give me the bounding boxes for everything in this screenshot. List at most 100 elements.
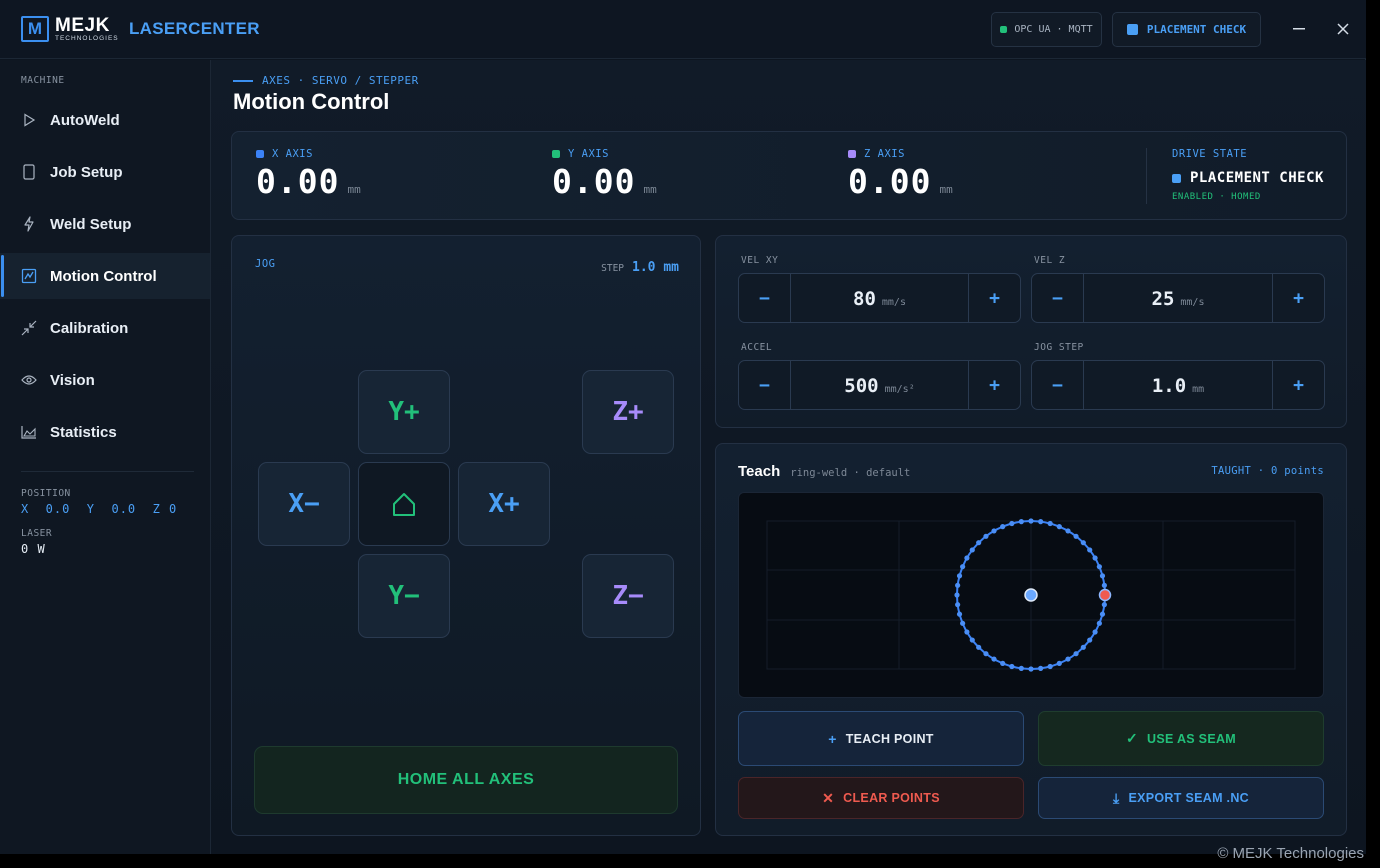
- z-axis-readout: Z AXIS 0.00 mm: [848, 148, 953, 201]
- ring-dot: [1038, 519, 1044, 525]
- sidebar-item-label: Vision: [50, 371, 95, 389]
- taught-count: TAUGHT · 0 points: [1211, 465, 1324, 477]
- teach-point-label: TEACH POINT: [845, 731, 934, 746]
- ring-dot: [1056, 660, 1062, 666]
- jog-step-increment-button[interactable]: +: [1272, 361, 1324, 409]
- main-content: AXES · SERVO / STEPPER Motion Control X …: [211, 60, 1366, 854]
- x-axis-label: X AXIS: [272, 148, 313, 160]
- jog-step-param-unit: mm: [1192, 384, 1205, 395]
- z-axis-value: 0.00: [848, 162, 932, 201]
- teach-title: Teach: [738, 463, 781, 480]
- vel-z-unit: mm/s: [1180, 297, 1205, 308]
- teach-preview-plot: [766, 518, 1296, 672]
- ring-dot: [1099, 611, 1106, 617]
- accel-value[interactable]: 500: [844, 375, 878, 397]
- z-axis-color-icon: [848, 150, 856, 158]
- footer-credit: © MEJK Technologies: [1217, 845, 1364, 862]
- ring-dot: [969, 637, 975, 643]
- ring-dot: [1092, 555, 1098, 561]
- drive-state: DRIVE STATE PLACEMENT CHECK ENABLED · HO…: [1172, 148, 1324, 202]
- sidebar-item-statistics[interactable]: Statistics: [0, 409, 210, 455]
- vel-z-value[interactable]: 25: [1152, 288, 1175, 310]
- ring-dot: [960, 620, 966, 626]
- ring-dot: [976, 540, 982, 546]
- jog-x-plus-button[interactable]: X+: [458, 462, 550, 546]
- ring-dot: [969, 547, 975, 553]
- collapse-arrows-icon: [20, 319, 38, 337]
- home-icon: [393, 493, 415, 516]
- jog-home-button[interactable]: [358, 462, 450, 546]
- vel-xy-label: VEL XY: [741, 255, 779, 266]
- jog-step-stepper: − 1.0 mm +: [1031, 360, 1325, 410]
- jog-y-minus-button[interactable]: Y−: [358, 554, 450, 638]
- sidebar-item-label: AutoWeld: [50, 111, 120, 129]
- use-as-seam-button[interactable]: ✓ USE AS SEAM: [1038, 711, 1324, 766]
- sidebar-item-label: Calibration: [50, 319, 129, 337]
- export-seam-button[interactable]: ⤓ EXPORT SEAM .NC: [1038, 777, 1324, 819]
- accel-increment-button[interactable]: +: [968, 361, 1020, 409]
- vel-xy-increment-button[interactable]: +: [968, 274, 1020, 322]
- clear-points-button[interactable]: ✕ CLEAR POINTS: [738, 777, 1024, 819]
- vel-z-stepper: − 25 mm/s +: [1031, 273, 1325, 323]
- jog-z-minus-button[interactable]: Z−: [582, 554, 674, 638]
- use-as-seam-label: USE AS SEAM: [1147, 731, 1236, 746]
- ring-dot: [1028, 666, 1034, 672]
- y-axis-readout: Y AXIS 0.00 mm: [552, 148, 657, 201]
- clear-points-label: CLEAR POINTS: [843, 791, 940, 805]
- z-axis-label: Z AXIS: [864, 148, 905, 160]
- ring-dot: [983, 651, 989, 657]
- seam-start-marker: [1098, 588, 1112, 602]
- ring-dot: [956, 611, 963, 617]
- vel-xy-decrement-button[interactable]: −: [739, 274, 791, 322]
- vel-z-label: VEL Z: [1034, 255, 1066, 266]
- drive-state-sub: ENABLED · HOMED: [1172, 192, 1261, 202]
- play-icon: [20, 111, 38, 129]
- machine-state-label: PLACEMENT CHECK: [1146, 23, 1247, 36]
- vel-z-decrement-button[interactable]: −: [1032, 274, 1084, 322]
- vel-xy-value[interactable]: 80: [853, 288, 876, 310]
- drive-state-label: DRIVE STATE: [1172, 148, 1248, 160]
- sidebar-item-calibration[interactable]: Calibration: [0, 305, 210, 351]
- ring-dot: [1056, 524, 1062, 530]
- area-chart-icon: [20, 423, 38, 441]
- x-axis-readout: X AXIS 0.00 mm: [256, 148, 361, 201]
- jog-step-param-label: JOG STEP: [1034, 342, 1084, 353]
- sidebar-item-vision[interactable]: Vision: [0, 357, 210, 403]
- jog-step-decrement-button[interactable]: −: [1032, 361, 1084, 409]
- ring-dot: [976, 644, 982, 650]
- ring-dot: [1000, 524, 1006, 530]
- ring-dot: [954, 592, 960, 598]
- drive-state-square-icon: [1172, 173, 1181, 183]
- sidebar-item-autoweld[interactable]: AutoWeld: [0, 97, 210, 143]
- y-axis-color-icon: [552, 150, 560, 158]
- jog-y-plus-button[interactable]: Y+: [358, 370, 450, 454]
- minimize-icon: [1293, 28, 1305, 30]
- sidebar-item-job-setup[interactable]: Job Setup: [0, 149, 210, 195]
- ring-dot: [1087, 547, 1093, 553]
- sidebar-item-weld-setup[interactable]: Weld Setup: [0, 201, 210, 247]
- motion-params-panel: VEL XY − 80 mm/s + VEL Z − 25 mm/s + ACCEL…: [715, 235, 1347, 428]
- x-axis-color-icon: [256, 150, 264, 158]
- home-all-axes-button[interactable]: HOME ALL AXES: [254, 746, 678, 814]
- sidebar-item-label: Statistics: [50, 423, 117, 441]
- jog-step-label: STEP: [601, 263, 625, 274]
- export-seam-label: EXPORT SEAM .NC: [1128, 791, 1249, 805]
- logo: M MEJK TECHNOLOGIES: [21, 16, 119, 43]
- ring-dot: [1047, 520, 1053, 527]
- ring-center-marker: [1024, 588, 1038, 602]
- plus-icon: +: [828, 730, 837, 747]
- close-button[interactable]: [1329, 16, 1357, 42]
- jog-z-plus-button[interactable]: Z+: [582, 370, 674, 454]
- teach-point-button[interactable]: + TEACH POINT: [738, 711, 1024, 766]
- vel-z-increment-button[interactable]: +: [1272, 274, 1324, 322]
- minimize-button[interactable]: [1285, 16, 1313, 42]
- jog-x-minus-button[interactable]: X−: [258, 462, 350, 546]
- accel-decrement-button[interactable]: −: [739, 361, 791, 409]
- ring-dot: [1092, 629, 1098, 635]
- teach-preview-canvas[interactable]: [738, 492, 1324, 698]
- vel-xy-stepper: − 80 mm/s +: [738, 273, 1021, 323]
- sidebar-item-motion-control[interactable]: Motion Control: [0, 253, 210, 299]
- jog-step-param-value[interactable]: 1.0: [1152, 375, 1186, 397]
- jog-step-value: 1.0 mm: [632, 260, 679, 275]
- sidebar-item-label: Weld Setup: [50, 215, 132, 233]
